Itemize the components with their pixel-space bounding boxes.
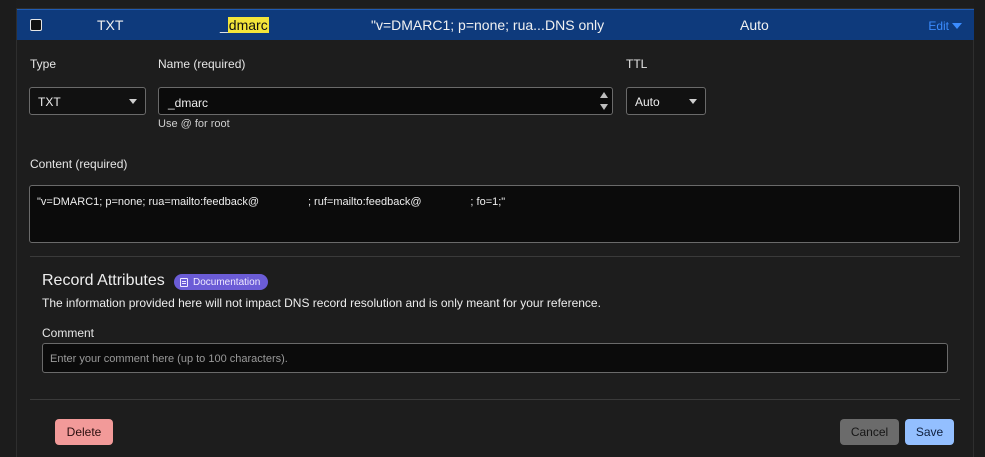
record-name-highlight: dmarc	[227, 17, 269, 33]
comment-input[interactable]: Enter your comment here (up to 100 chara…	[42, 343, 948, 373]
record-name-cell: _dmarc	[220, 17, 269, 33]
dropdown-arrow-icon	[129, 99, 137, 104]
type-label: Type	[30, 57, 57, 71]
name-label: Name (required)	[158, 57, 246, 71]
record-attributes-description: The information provided here will not i…	[42, 296, 601, 310]
record-type-cell: TXT	[97, 17, 124, 33]
documentation-label: Documentation	[193, 276, 261, 288]
actions-divider	[30, 399, 960, 400]
content-value: "v=DMARC1; p=none; rua=mailto:feedback@ …	[37, 196, 506, 208]
comment-label: Comment	[42, 326, 95, 340]
section-divider	[30, 256, 960, 257]
name-hint: Use @ for root	[158, 118, 230, 130]
edit-label: Edit	[928, 19, 949, 33]
type-select[interactable]: TXT	[29, 87, 146, 115]
stepper-down-icon[interactable]	[600, 104, 608, 110]
chevron-down-icon	[952, 23, 962, 29]
record-ttl-cell: Auto	[740, 17, 769, 33]
content-label: Content (required)	[30, 157, 128, 171]
comment-placeholder: Enter your comment here (up to 100 chara…	[50, 353, 288, 365]
content-textarea[interactable]: "v=DMARC1; p=none; rua=mailto:feedback@ …	[29, 185, 960, 243]
dns-record-row[interactable]: TXT _dmarc "v=DMARC1; p=none; rua... DNS…	[17, 9, 974, 40]
ttl-select-value: Auto	[635, 95, 660, 109]
name-input[interactable]: _dmarc	[158, 87, 613, 115]
book-icon	[180, 277, 188, 287]
dropdown-arrow-icon	[689, 99, 697, 104]
cancel-button[interactable]: Cancel	[840, 419, 899, 445]
edit-record-link[interactable]: Edit	[928, 19, 962, 33]
table-top-border	[16, 0, 974, 9]
ttl-label: TTL	[626, 57, 648, 71]
stepper-up-icon[interactable]	[600, 92, 608, 98]
record-name-prefix: _	[220, 17, 228, 33]
name-input-stepper[interactable]	[599, 90, 609, 112]
documentation-badge[interactable]: Documentation	[174, 274, 269, 290]
delete-button[interactable]: Delete	[55, 419, 113, 445]
ttl-select[interactable]: Auto	[626, 87, 706, 115]
name-input-value: _dmarc	[168, 96, 209, 110]
type-select-value: TXT	[38, 95, 61, 109]
record-attributes-title: Record Attributes	[42, 272, 165, 289]
record-proxy-status-cell: DNS only	[545, 17, 605, 33]
record-content-cell: "v=DMARC1; p=none; rua...	[371, 17, 545, 33]
save-button[interactable]: Save	[905, 419, 954, 445]
row-select-checkbox[interactable]	[30, 19, 42, 31]
